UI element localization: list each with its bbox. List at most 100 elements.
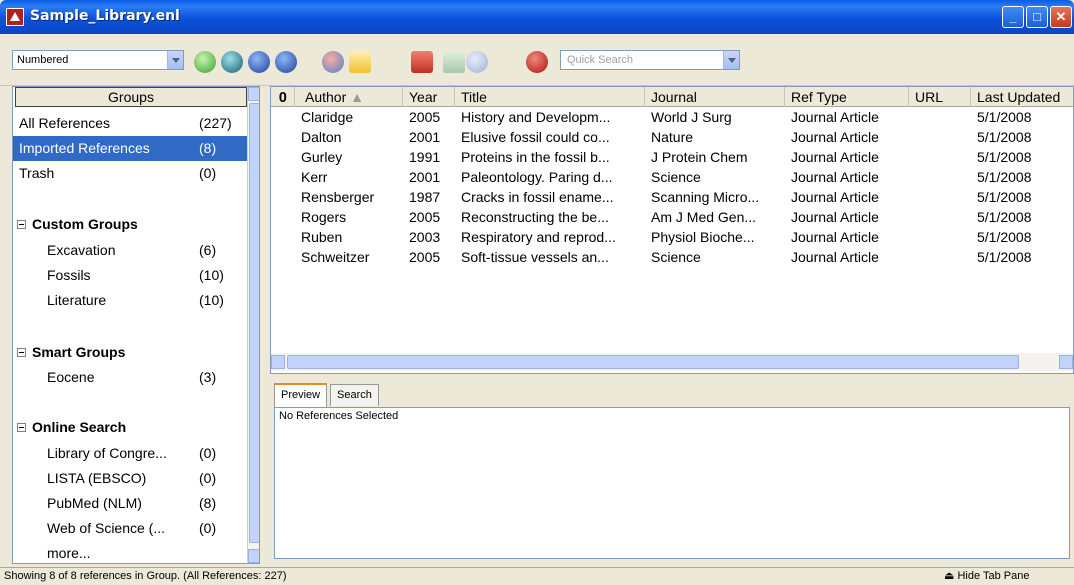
cell-ref-type: Journal Article <box>791 229 879 245</box>
cell-updated: 5/1/2008 <box>977 189 1032 205</box>
tab-search[interactable]: Search <box>330 384 379 406</box>
folder-icon[interactable] <box>349 51 371 73</box>
cell-updated: 5/1/2008 <box>977 229 1032 245</box>
column-url[interactable]: URL <box>909 87 971 107</box>
table-row[interactable]: Rensberger 1987 Cracks in fossil ename... S… <box>271 187 1073 207</box>
group-imported-references[interactable]: Imported References (8) <box>13 136 247 161</box>
cell-title: Cracks in fossil ename... <box>461 189 614 205</box>
collapse-icon[interactable] <box>17 423 26 432</box>
cell-year: 1987 <box>409 189 441 205</box>
library-icon[interactable] <box>322 51 344 73</box>
new-reference-icon[interactable] <box>194 51 216 73</box>
column-year[interactable]: Year <box>403 87 455 107</box>
cell-title: Proteins in the fossil b... <box>461 149 610 165</box>
cell-author: Schweitzer <box>301 249 370 265</box>
chevron-down-icon[interactable] <box>723 51 739 69</box>
column-title[interactable]: Title <box>455 87 645 107</box>
cell-journal: Scanning Micro... <box>651 189 760 205</box>
scrollbar-thumb[interactable] <box>287 355 1019 369</box>
column-author[interactable]: Author ▲ <box>295 87 403 107</box>
format-icon[interactable] <box>443 51 465 73</box>
online-lista-ebsco[interactable]: LISTA (EBSCO) (0) <box>13 466 247 491</box>
table-row[interactable]: Schweitzer 2005 Soft-tissue vessels an... S… <box>271 247 1073 267</box>
maximize-button[interactable]: □ <box>1026 6 1048 28</box>
column-label: Title <box>461 89 487 105</box>
smart-groups-header[interactable]: Smart Groups <box>17 344 125 360</box>
hide-tab-pane-button[interactable]: ⏏ Hide Tab Pane <box>944 568 1029 585</box>
custom-groups-title: Custom Groups <box>32 216 138 232</box>
group-literature[interactable]: Literature (10) <box>13 288 247 313</box>
cell-updated: 5/1/2008 <box>977 129 1032 145</box>
horizontal-scrollbar[interactable] <box>271 353 1073 371</box>
table-row[interactable]: Ruben 2003 Respiratory and reprod... Physio… <box>271 227 1073 247</box>
upload-icon[interactable] <box>275 51 297 73</box>
cell-url <box>915 167 969 187</box>
group-label: more... <box>47 545 91 561</box>
column-ref-type[interactable]: Ref Type <box>785 87 909 107</box>
help-icon[interactable] <box>526 51 548 73</box>
pane-splitter[interactable] <box>260 86 270 564</box>
word-icon[interactable] <box>466 51 488 73</box>
tab-preview[interactable]: Preview <box>274 383 328 407</box>
preview-message: No References Selected <box>279 410 399 422</box>
online-pubmed[interactable]: PubMed (NLM) (8) <box>13 491 247 516</box>
group-eocene[interactable]: Eocene (3) <box>13 365 247 390</box>
column-last-updated[interactable]: Last Updated <box>971 87 1073 107</box>
output-style-select[interactable]: Numbered <box>12 50 184 70</box>
group-label: Imported References <box>19 140 150 156</box>
status-bar: Showing 8 of 8 references in Group. (All… <box>0 567 1074 585</box>
table-row[interactable]: Kerr 2001 Paleontology. Paring d... Science… <box>271 167 1073 187</box>
cell-journal: World J Surg <box>651 109 732 125</box>
scroll-left-icon[interactable] <box>271 355 285 369</box>
column-label: Journal <box>651 89 697 105</box>
group-label: Trash <box>19 165 55 181</box>
cell-year: 2005 <box>409 249 441 265</box>
cell-title: Soft-tissue vessels an... <box>461 249 609 265</box>
group-all-references[interactable]: All References (227) <box>13 111 247 136</box>
cell-year: 1991 <box>409 149 441 165</box>
cell-url <box>915 247 969 267</box>
column-label: Year <box>409 89 438 105</box>
collapse-icon[interactable] <box>17 220 26 229</box>
cell-author: Ruben <box>301 229 343 245</box>
group-excavation[interactable]: Excavation (6) <box>13 238 247 263</box>
online-library-of-congress[interactable]: Library of Congre... (0) <box>13 441 247 466</box>
table-row[interactable]: Claridge 2005 History and Developm... World… <box>271 107 1073 127</box>
cell-updated: 5/1/2008 <box>977 169 1032 185</box>
group-count: (0) <box>199 445 217 461</box>
cell-url <box>915 127 969 147</box>
minimize-button[interactable]: _ <box>1002 6 1024 28</box>
online-search-header[interactable]: Online Search <box>17 419 126 435</box>
group-label: Literature <box>47 292 107 308</box>
cite-icon[interactable] <box>411 51 433 73</box>
custom-groups-header[interactable]: Custom Groups <box>17 216 138 232</box>
table-row[interactable]: Rogers 2005 Reconstructing the be... Am J M… <box>271 207 1073 227</box>
group-fossils[interactable]: Fossils (10) <box>13 263 247 288</box>
quick-search-input[interactable]: Quick Search <box>560 50 740 70</box>
search-icon[interactable] <box>221 51 243 73</box>
cell-journal: Science <box>651 249 701 265</box>
table-row[interactable]: Dalton 2001 Elusive fossil could co... Natu… <box>271 127 1073 147</box>
online-web-of-science[interactable]: Web of Science (... (0) <box>13 516 247 541</box>
groups-scrollbar[interactable] <box>247 87 259 563</box>
scroll-right-icon[interactable] <box>1059 355 1073 369</box>
download-icon[interactable] <box>248 51 270 73</box>
scrollbar-thumb[interactable] <box>249 103 259 543</box>
cell-url <box>915 187 969 207</box>
cell-year: 2001 <box>409 169 441 185</box>
online-more[interactable]: more... <box>13 541 247 563</box>
table-row[interactable]: Gurley 1991 Proteins in the fossil b... J P… <box>271 147 1073 167</box>
cell-author: Claridge <box>301 109 354 125</box>
scroll-up-icon[interactable] <box>248 87 259 101</box>
column-journal[interactable]: Journal <box>645 87 785 107</box>
collapse-icon[interactable] <box>17 348 26 357</box>
group-count: (0) <box>199 520 217 536</box>
group-trash[interactable]: Trash (0) <box>13 161 247 186</box>
close-button[interactable]: ✕ <box>1050 6 1072 28</box>
chevron-down-icon[interactable] <box>167 51 183 69</box>
status-text: Showing 8 of 8 references in Group. (All… <box>4 570 287 582</box>
attachment-column-icon[interactable]: 𝟎 <box>271 87 295 107</box>
scroll-down-icon[interactable] <box>248 549 259 563</box>
cell-author: Rensberger <box>301 189 375 205</box>
cell-title: Respiratory and reprod... <box>461 229 616 245</box>
